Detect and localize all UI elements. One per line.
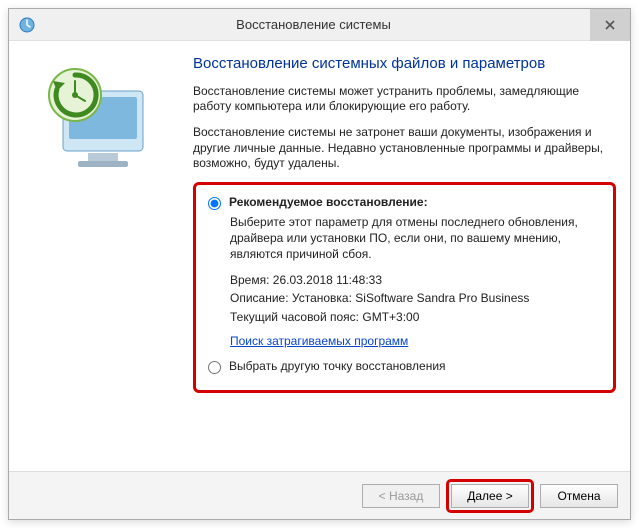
close-button[interactable] [590,9,630,41]
cancel-button[interactable]: Отмена [540,484,618,508]
system-restore-window: Восстановление системы Восстановление си… [8,8,631,520]
timezone-value: GMT+3:00 [362,310,419,324]
restore-description-row: Описание: Установка: SiSoftware Sandra P… [230,290,601,306]
page-heading: Восстановление системных файлов и параме… [193,55,616,74]
content-area: Восстановление системных файлов и параме… [193,55,616,471]
description-value: Установка: SiSoftware Sandra Pro Busines… [292,291,529,305]
options-group: Рекомендуемое восстановление: Выберите э… [193,182,616,393]
titlebar: Восстановление системы [9,9,630,41]
choose-other-point-option[interactable]: Выбрать другую точку восстановления [208,359,601,374]
time-label: Время: [230,273,269,287]
choose-other-point-label: Выбрать другую точку восстановления [229,359,446,373]
recommended-restore-option[interactable]: Рекомендуемое восстановление: [208,195,601,210]
app-icon [17,15,37,35]
next-button-highlight: Далее > [446,479,534,513]
timezone-label: Текущий часовой пояс: [230,310,359,324]
close-icon [605,20,615,30]
time-value: 26.03.2018 11:48:33 [273,273,382,287]
affected-programs-link[interactable]: Поиск затрагиваемых программ [230,333,408,349]
next-button[interactable]: Далее > [451,484,529,508]
dialog-body: Восстановление системных файлов и параме… [9,41,630,471]
wizard-graphic [23,55,193,471]
recommended-restore-description: Выберите этот параметр для отмены послед… [230,214,601,263]
restore-time-row: Время: 26.03.2018 11:48:33 [230,272,601,288]
back-button: < Назад [362,484,440,508]
restore-timezone-row: Текущий часовой пояс: GMT+3:00 [230,309,601,325]
restore-illustration-icon [33,61,173,191]
recommended-restore-radio[interactable] [208,197,221,210]
recommended-restore-label: Рекомендуемое восстановление: [229,195,428,209]
wizard-footer: < Назад Далее > Отмена [9,471,630,519]
intro-paragraph-2: Восстановление системы не затронет ваши … [193,125,616,172]
intro-paragraph-1: Восстановление системы может устранить п… [193,84,616,115]
window-title: Восстановление системы [37,17,590,32]
recommended-restore-details: Выберите этот параметр для отмены послед… [230,214,601,359]
choose-other-point-radio[interactable] [208,361,221,374]
description-label: Описание: [230,291,289,305]
